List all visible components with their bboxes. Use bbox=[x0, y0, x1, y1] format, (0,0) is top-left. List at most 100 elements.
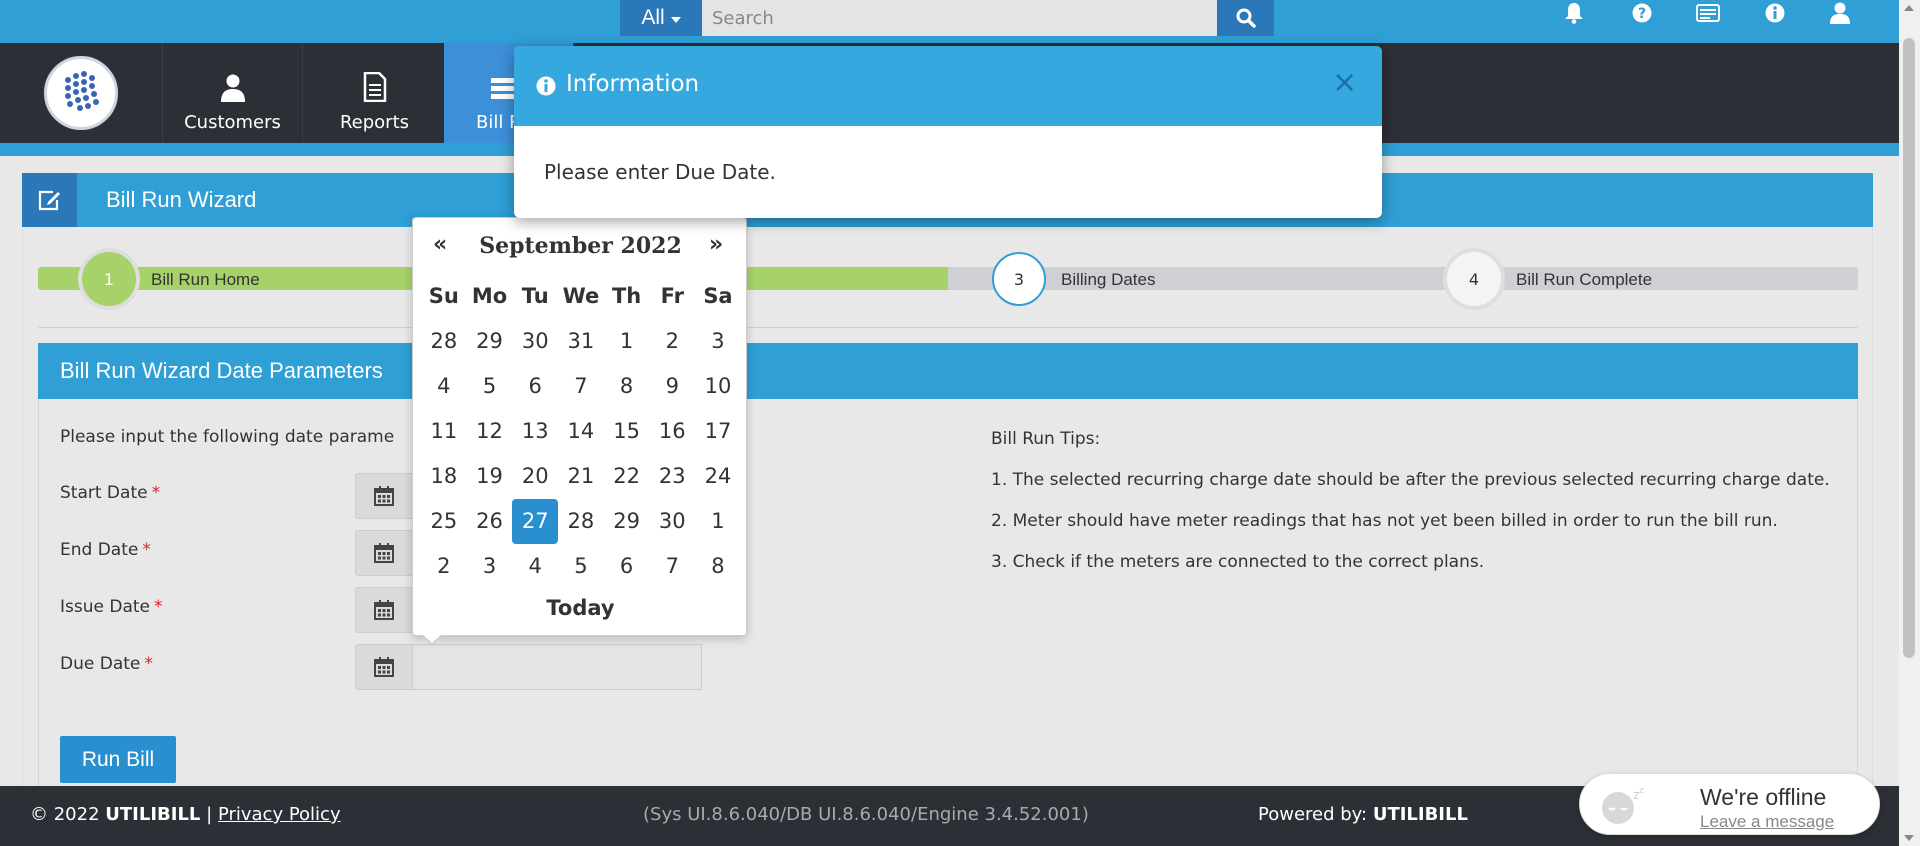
end-date-calendar-button[interactable] bbox=[355, 530, 413, 576]
notifications-button[interactable] bbox=[1559, 0, 1589, 26]
wizard-step-3[interactable]: 3 bbox=[992, 252, 1046, 306]
datepicker-day[interactable]: 5 bbox=[558, 544, 604, 589]
datepicker-day[interactable]: 29 bbox=[467, 319, 513, 364]
information-modal: Information × Please enter Due Date. bbox=[514, 46, 1382, 218]
messages-button[interactable] bbox=[1693, 0, 1723, 26]
footer-copyright: © 2022 UTILIBILL | Privacy Policy bbox=[30, 804, 341, 825]
datepicker-day[interactable]: 1 bbox=[604, 319, 650, 364]
start-date-calendar-button[interactable] bbox=[355, 473, 413, 519]
datepicker-day[interactable]: 9 bbox=[649, 364, 695, 409]
datepicker-day[interactable]: 6 bbox=[512, 364, 558, 409]
wizard-step-1[interactable]: 1 bbox=[82, 252, 136, 306]
weekday-label: Mo bbox=[471, 284, 508, 308]
datepicker-day[interactable]: 3 bbox=[695, 319, 741, 364]
page-scrollbar[interactable] bbox=[1899, 0, 1920, 846]
privacy-policy-link[interactable]: Privacy Policy bbox=[218, 804, 341, 825]
datepicker-day[interactable]: 8 bbox=[695, 544, 741, 589]
billing-icon bbox=[491, 78, 515, 99]
datepicker-day[interactable]: 15 bbox=[604, 409, 650, 454]
datepicker-today-button[interactable]: Today bbox=[413, 596, 748, 620]
datepicker-day[interactable]: 18 bbox=[421, 454, 467, 499]
datepicker-week-row: 4 5 6 7 8 9 10 bbox=[421, 364, 741, 409]
datepicker-day[interactable]: 29 bbox=[604, 499, 650, 544]
datepicker-day[interactable]: 30 bbox=[649, 499, 695, 544]
datepicker-day[interactable]: 2 bbox=[421, 544, 467, 589]
datepicker-day[interactable]: 3 bbox=[467, 544, 513, 589]
datepicker-prev-button[interactable]: « bbox=[433, 232, 447, 257]
due-date-calendar-button[interactable] bbox=[355, 644, 413, 690]
nav-item-customers[interactable]: Customers bbox=[163, 43, 303, 143]
weekday-label: Fr bbox=[660, 284, 684, 308]
modal-close-button[interactable]: × bbox=[1332, 68, 1357, 98]
datepicker-day[interactable]: 8 bbox=[604, 364, 650, 409]
wizard-step-4[interactable]: 4 bbox=[1447, 252, 1501, 306]
help-button[interactable]: ? bbox=[1627, 0, 1657, 26]
divider bbox=[38, 327, 1858, 328]
datepicker-day[interactable]: 4 bbox=[512, 544, 558, 589]
search-button[interactable] bbox=[1217, 0, 1274, 36]
datepicker-day[interactable]: 23 bbox=[649, 454, 695, 499]
logo-link[interactable] bbox=[0, 43, 163, 143]
scroll-down-arrow-icon[interactable] bbox=[1904, 835, 1914, 841]
datepicker-day[interactable]: 1 bbox=[695, 499, 741, 544]
datepicker-day[interactable]: 11 bbox=[421, 409, 467, 454]
modal-header: Information × bbox=[514, 46, 1382, 126]
step-number: 4 bbox=[1468, 269, 1480, 289]
datepicker-day[interactable]: 6 bbox=[604, 544, 650, 589]
datepicker-day[interactable]: 19 bbox=[467, 454, 513, 499]
datepicker-day[interactable]: 26 bbox=[467, 499, 513, 544]
start-date-label: Start Date * bbox=[60, 483, 160, 503]
chat-status: We're offline bbox=[1700, 784, 1827, 810]
datepicker-next-button[interactable]: » bbox=[709, 232, 723, 257]
datepicker-day[interactable]: 28 bbox=[421, 319, 467, 364]
due-date-input[interactable] bbox=[412, 644, 702, 690]
search-input[interactable] bbox=[702, 0, 1217, 36]
issue-date-calendar-button[interactable] bbox=[355, 587, 413, 633]
svg-text:?: ? bbox=[1638, 6, 1646, 22]
datepicker-day[interactable]: 20 bbox=[512, 454, 558, 499]
datepicker-day[interactable]: 12 bbox=[467, 409, 513, 454]
datepicker-day[interactable]: 2 bbox=[649, 319, 695, 364]
field-label: Start Date bbox=[60, 483, 148, 503]
datepicker-day[interactable]: 30 bbox=[512, 319, 558, 364]
datepicker-day[interactable]: 31 bbox=[558, 319, 604, 364]
scrollbar-thumb[interactable] bbox=[1903, 38, 1915, 658]
tip-item: 2. Meter should have meter readings that… bbox=[991, 511, 1778, 531]
field-label: End Date bbox=[60, 540, 139, 560]
search-scope-label: All bbox=[641, 6, 665, 29]
datepicker-week-row: 2345678 bbox=[421, 544, 741, 589]
info-button[interactable] bbox=[1760, 0, 1790, 26]
datepicker-day[interactable]: 7 bbox=[649, 544, 695, 589]
datepicker-day[interactable]: 24 bbox=[695, 454, 741, 499]
leave-message-link[interactable]: Leave a message bbox=[1700, 812, 1834, 832]
datepicker-day[interactable]: 13 bbox=[512, 409, 558, 454]
datepicker-day[interactable]: 7 bbox=[558, 364, 604, 409]
datepicker-day[interactable]: 5 bbox=[467, 364, 513, 409]
datepicker-day[interactable]: 21 bbox=[558, 454, 604, 499]
datepicker-grid: Su Mo Tu We Th Fr Sa 28 29 30 31 1 2 3 4 5 6 7 8 9 10… bbox=[421, 274, 741, 589]
calendar-icon bbox=[374, 657, 394, 677]
edit-icon-box bbox=[22, 173, 77, 227]
datepicker-day[interactable]: 25 bbox=[421, 499, 467, 544]
user-menu-button[interactable] bbox=[1825, 0, 1855, 26]
search-scope-dropdown[interactable]: All bbox=[620, 0, 702, 36]
datepicker-day[interactable]: 17 bbox=[695, 409, 741, 454]
chat-widget[interactable]: z z We're offline Leave a message bbox=[1579, 773, 1880, 835]
datepicker-day[interactable]: 16 bbox=[649, 409, 695, 454]
tip-item: 3. Check if the meters are connected to … bbox=[991, 552, 1485, 572]
required-mark: * bbox=[144, 654, 153, 674]
datepicker-day[interactable]: 27 bbox=[512, 499, 559, 544]
datepicker-week-row: 11 12 13 14 15 16 17 bbox=[421, 409, 741, 454]
datepicker-day[interactable]: 14 bbox=[558, 409, 604, 454]
footer-separator: | bbox=[206, 804, 213, 825]
datepicker-day[interactable]: 28 bbox=[558, 499, 604, 544]
powered-label: Powered by: bbox=[1258, 804, 1368, 825]
datepicker-day[interactable]: 4 bbox=[421, 364, 467, 409]
nav-item-reports[interactable]: Reports bbox=[305, 43, 445, 143]
utilibill-logo bbox=[44, 56, 118, 130]
datepicker-month[interactable]: September 2022 bbox=[413, 233, 748, 259]
datepicker-day[interactable]: 10 bbox=[695, 364, 741, 409]
scroll-up-arrow-icon[interactable] bbox=[1904, 5, 1914, 11]
run-bill-button[interactable]: Run Bill bbox=[60, 736, 176, 783]
datepicker-day[interactable]: 22 bbox=[604, 454, 650, 499]
